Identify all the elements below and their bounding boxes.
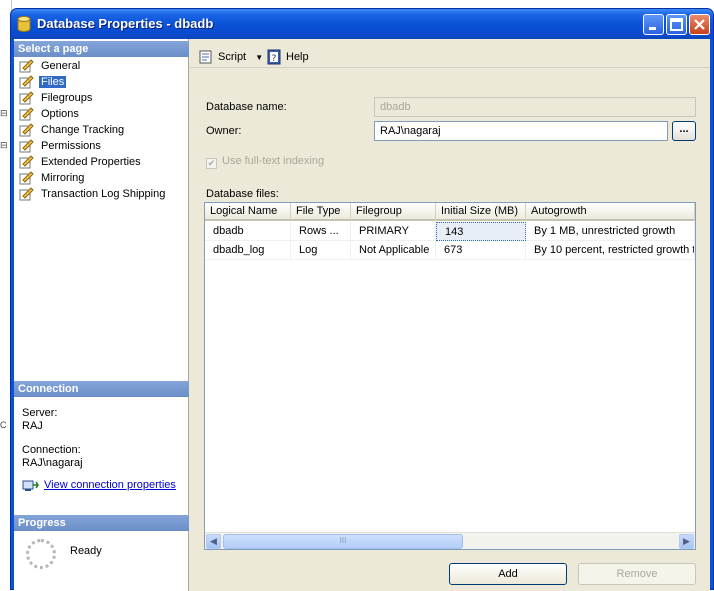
select-page-header: Select a page <box>14 41 189 57</box>
page-icon <box>19 171 34 185</box>
script-icon <box>199 50 212 64</box>
scroll-left-icon[interactable]: ◀ <box>206 534 221 549</box>
background-top <box>0 0 714 4</box>
connection-label: Connection: <box>22 444 81 456</box>
tree-expander-icon: ⊟ <box>0 140 8 150</box>
toolbar: Script ▼ ? Help <box>190 45 710 69</box>
cell-autogrowth[interactable]: By 10 percent, restricted growth t... <box>526 241 695 260</box>
owner-label: Owner: <box>206 125 242 137</box>
minimize-button[interactable] <box>643 14 664 35</box>
dialog-client-area: Select a page General Files Filegroups O… <box>14 39 710 591</box>
page-icon <box>19 107 34 121</box>
scroll-right-icon[interactable]: ▶ <box>679 534 694 549</box>
close-button[interactable] <box>689 14 710 35</box>
checkmark-icon: ✔ <box>206 158 217 169</box>
database-name-field[interactable]: dbadb <box>374 97 696 117</box>
maximize-icon <box>670 18 683 31</box>
help-label: Help <box>286 51 309 63</box>
progress-header: Progress <box>14 515 189 531</box>
page-item-extended-properties[interactable]: Extended Properties <box>17 154 187 170</box>
fulltext-checkbox[interactable]: ✔ Use full-text indexing <box>206 155 324 169</box>
page-icon <box>19 139 34 153</box>
view-connection-properties-link[interactable]: View connection properties <box>22 479 176 491</box>
page-icon <box>19 75 34 89</box>
page-item-change-tracking[interactable]: Change Tracking <box>17 122 187 138</box>
connection-properties-icon <box>22 480 39 491</box>
column-header-logical-name[interactable]: Logical Name <box>205 203 291 221</box>
right-pane: Script ▼ ? Help Database name: dbadb Own… <box>190 39 710 591</box>
view-connection-properties[interactable]: View connection properties <box>22 479 176 491</box>
cell-logical-name[interactable]: dbadb <box>205 222 291 241</box>
server-label: Server: <box>22 407 58 419</box>
database-icon <box>17 16 31 32</box>
column-header-autogrowth[interactable]: Autogrowth <box>526 203 695 221</box>
cell-filegroup[interactable]: Not Applicable <box>351 241 436 260</box>
progress-status: Ready <box>70 545 102 557</box>
connection-value: RAJ\nagaraj <box>22 457 83 469</box>
cell-autogrowth[interactable]: By 1 MB, unrestricted growth <box>526 222 695 241</box>
page-item-permissions[interactable]: Permissions <box>17 138 187 154</box>
script-label: Script <box>218 51 247 63</box>
maximize-button[interactable] <box>666 14 687 35</box>
page-icon <box>19 155 34 169</box>
horizontal-scrollbar[interactable]: ◀ III ▶ <box>205 532 695 549</box>
window-title: Database Properties - dbadb <box>37 16 214 31</box>
title-bar[interactable]: Database Properties - dbadb <box>11 9 713 39</box>
toolbar-separator <box>190 67 710 68</box>
add-button[interactable]: Add <box>449 563 567 585</box>
grid-header: Logical Name File Type Filegroup Initial… <box>205 203 695 221</box>
cell-logical-name[interactable]: dbadb_log <box>205 241 291 260</box>
database-files-grid[interactable]: Logical Name File Type Filegroup Initial… <box>204 202 696 550</box>
page-icon <box>19 187 34 201</box>
owner-field[interactable]: RAJ\nagaraj <box>374 121 668 141</box>
remove-button[interactable]: Remove <box>578 563 696 585</box>
database-files-label: Database files: <box>206 188 279 200</box>
tree-expander-icon: ⊟ <box>0 108 8 118</box>
column-header-initial-size[interactable]: Initial Size (MB) <box>436 203 526 221</box>
page-icon <box>19 91 34 105</box>
database-properties-window: Database Properties - dbadb Select a pag… <box>10 8 714 591</box>
page-item-mirroring[interactable]: Mirroring <box>17 170 187 186</box>
help-icon: ? <box>267 49 281 65</box>
page-item-files[interactable]: Files <box>17 74 187 90</box>
help-button[interactable]: ? Help <box>264 47 309 67</box>
dropdown-arrow-icon: ▼ <box>255 53 264 62</box>
cell-initial-size[interactable]: 673 <box>436 241 526 260</box>
page-item-filegroups[interactable]: Filegroups <box>17 90 187 106</box>
script-button[interactable]: Script ▼ <box>196 47 263 67</box>
svg-text:?: ? <box>272 54 277 64</box>
column-header-file-type[interactable]: File Type <box>291 203 351 221</box>
background-fragment: C <box>0 420 7 430</box>
progress-spinner-icon <box>26 539 56 569</box>
server-value: RAJ <box>22 420 43 432</box>
page-list: General Files Filegroups Options Change … <box>17 58 187 202</box>
table-row[interactable]: dbadb Rows ... PRIMARY 143 By 1 MB, unre… <box>205 222 695 241</box>
close-icon <box>694 19 705 30</box>
cell-file-type[interactable]: Rows ... <box>291 222 351 241</box>
cell-file-type[interactable]: Log <box>291 241 351 260</box>
page-item-options[interactable]: Options <box>17 106 187 122</box>
scroll-thumb[interactable]: III <box>223 534 463 549</box>
page-icon <box>19 59 34 73</box>
fulltext-label: Use full-text indexing <box>222 155 325 167</box>
page-icon <box>19 123 34 137</box>
page-item-transaction-log-shipping[interactable]: Transaction Log Shipping <box>17 186 187 202</box>
table-row[interactable]: dbadb_log Log Not Applicable 673 By 10 p… <box>205 241 695 260</box>
minimize-icon <box>649 27 656 30</box>
browse-owner-button[interactable]: ... <box>672 121 696 141</box>
connection-header: Connection <box>14 381 189 397</box>
column-header-filegroup[interactable]: Filegroup <box>351 203 436 221</box>
cell-filegroup[interactable]: PRIMARY <box>351 222 436 241</box>
left-pane: Select a page General Files Filegroups O… <box>14 39 189 591</box>
page-item-general[interactable]: General <box>17 58 187 74</box>
database-name-label: Database name: <box>206 101 287 113</box>
cell-initial-size[interactable]: 143 <box>436 222 526 241</box>
